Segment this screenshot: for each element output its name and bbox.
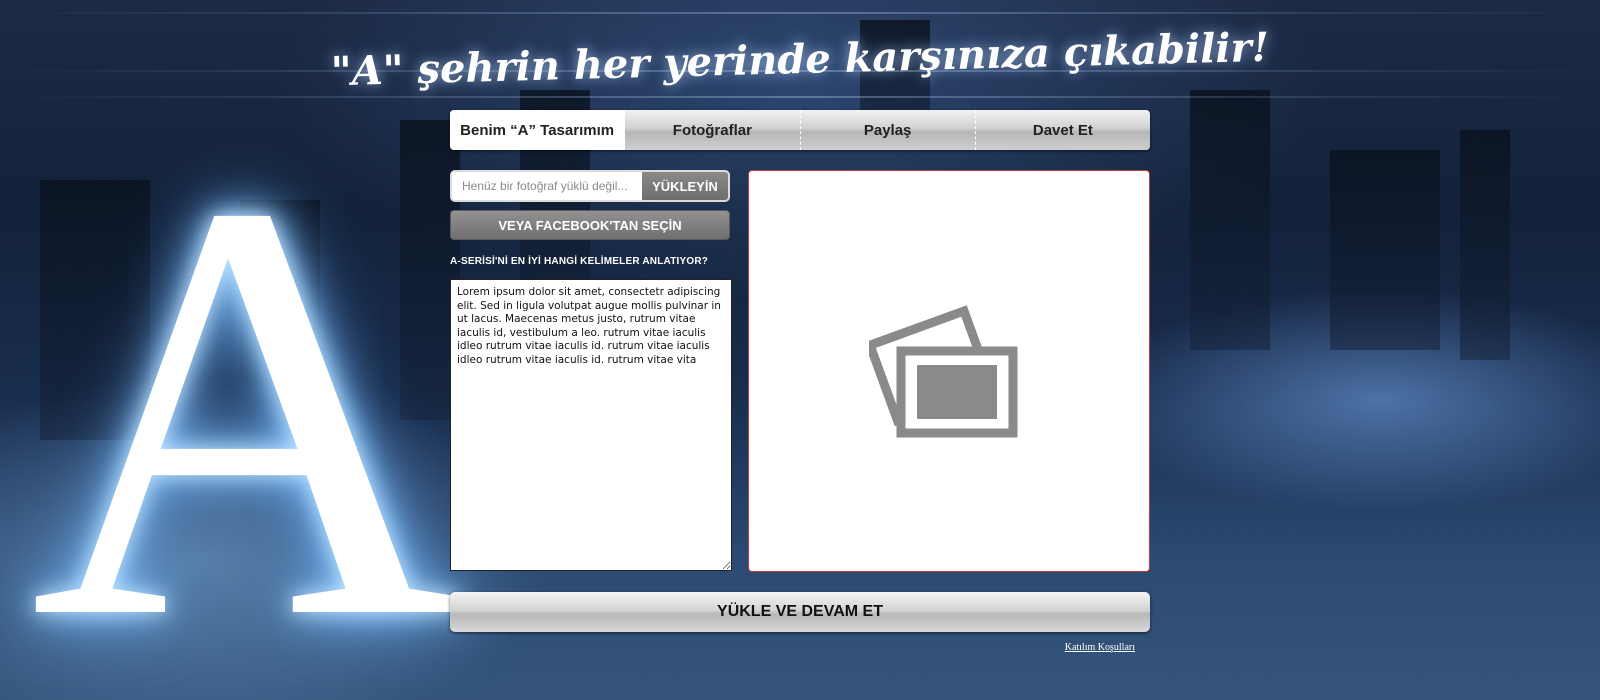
photo-filename-field[interactable]	[452, 172, 642, 200]
tab-bar: Benim “A” Tasarımım Fotoğraflar Paylaş D…	[450, 110, 1150, 150]
tab-photos[interactable]: Fotoğraflar	[625, 110, 801, 150]
tab-my-design[interactable]: Benim “A” Tasarımım	[450, 110, 626, 150]
upload-button[interactable]: YÜKLEYİN	[642, 172, 728, 200]
photos-placeholder-icon	[869, 305, 1018, 438]
page-headline: "A" şehrin her yerinde karşınıza çıkabil…	[330, 23, 1270, 96]
photo-preview-area[interactable]	[748, 170, 1150, 572]
upload-continue-button[interactable]: YÜKLE VE DEVAM ET	[450, 592, 1150, 632]
terms-link[interactable]: Katılım Koşulları	[1000, 642, 1135, 653]
tab-invite[interactable]: Davet Et	[976, 110, 1150, 150]
description-question-label: A-SERİSİ'Nİ EN İYİ HANGİ KELİMELER ANLAT…	[450, 256, 709, 267]
description-textarea[interactable]: Lorem ipsum dolor sit amet, consectetr a…	[450, 279, 732, 571]
photo-upload-group: YÜKLEYİN	[450, 170, 730, 202]
facebook-select-button[interactable]: VEYA FACEBOOK'TAN SEÇİN	[450, 210, 730, 240]
logo-letter-a: A	[30, 77, 464, 700]
tab-share[interactable]: Paylaş	[801, 110, 976, 150]
